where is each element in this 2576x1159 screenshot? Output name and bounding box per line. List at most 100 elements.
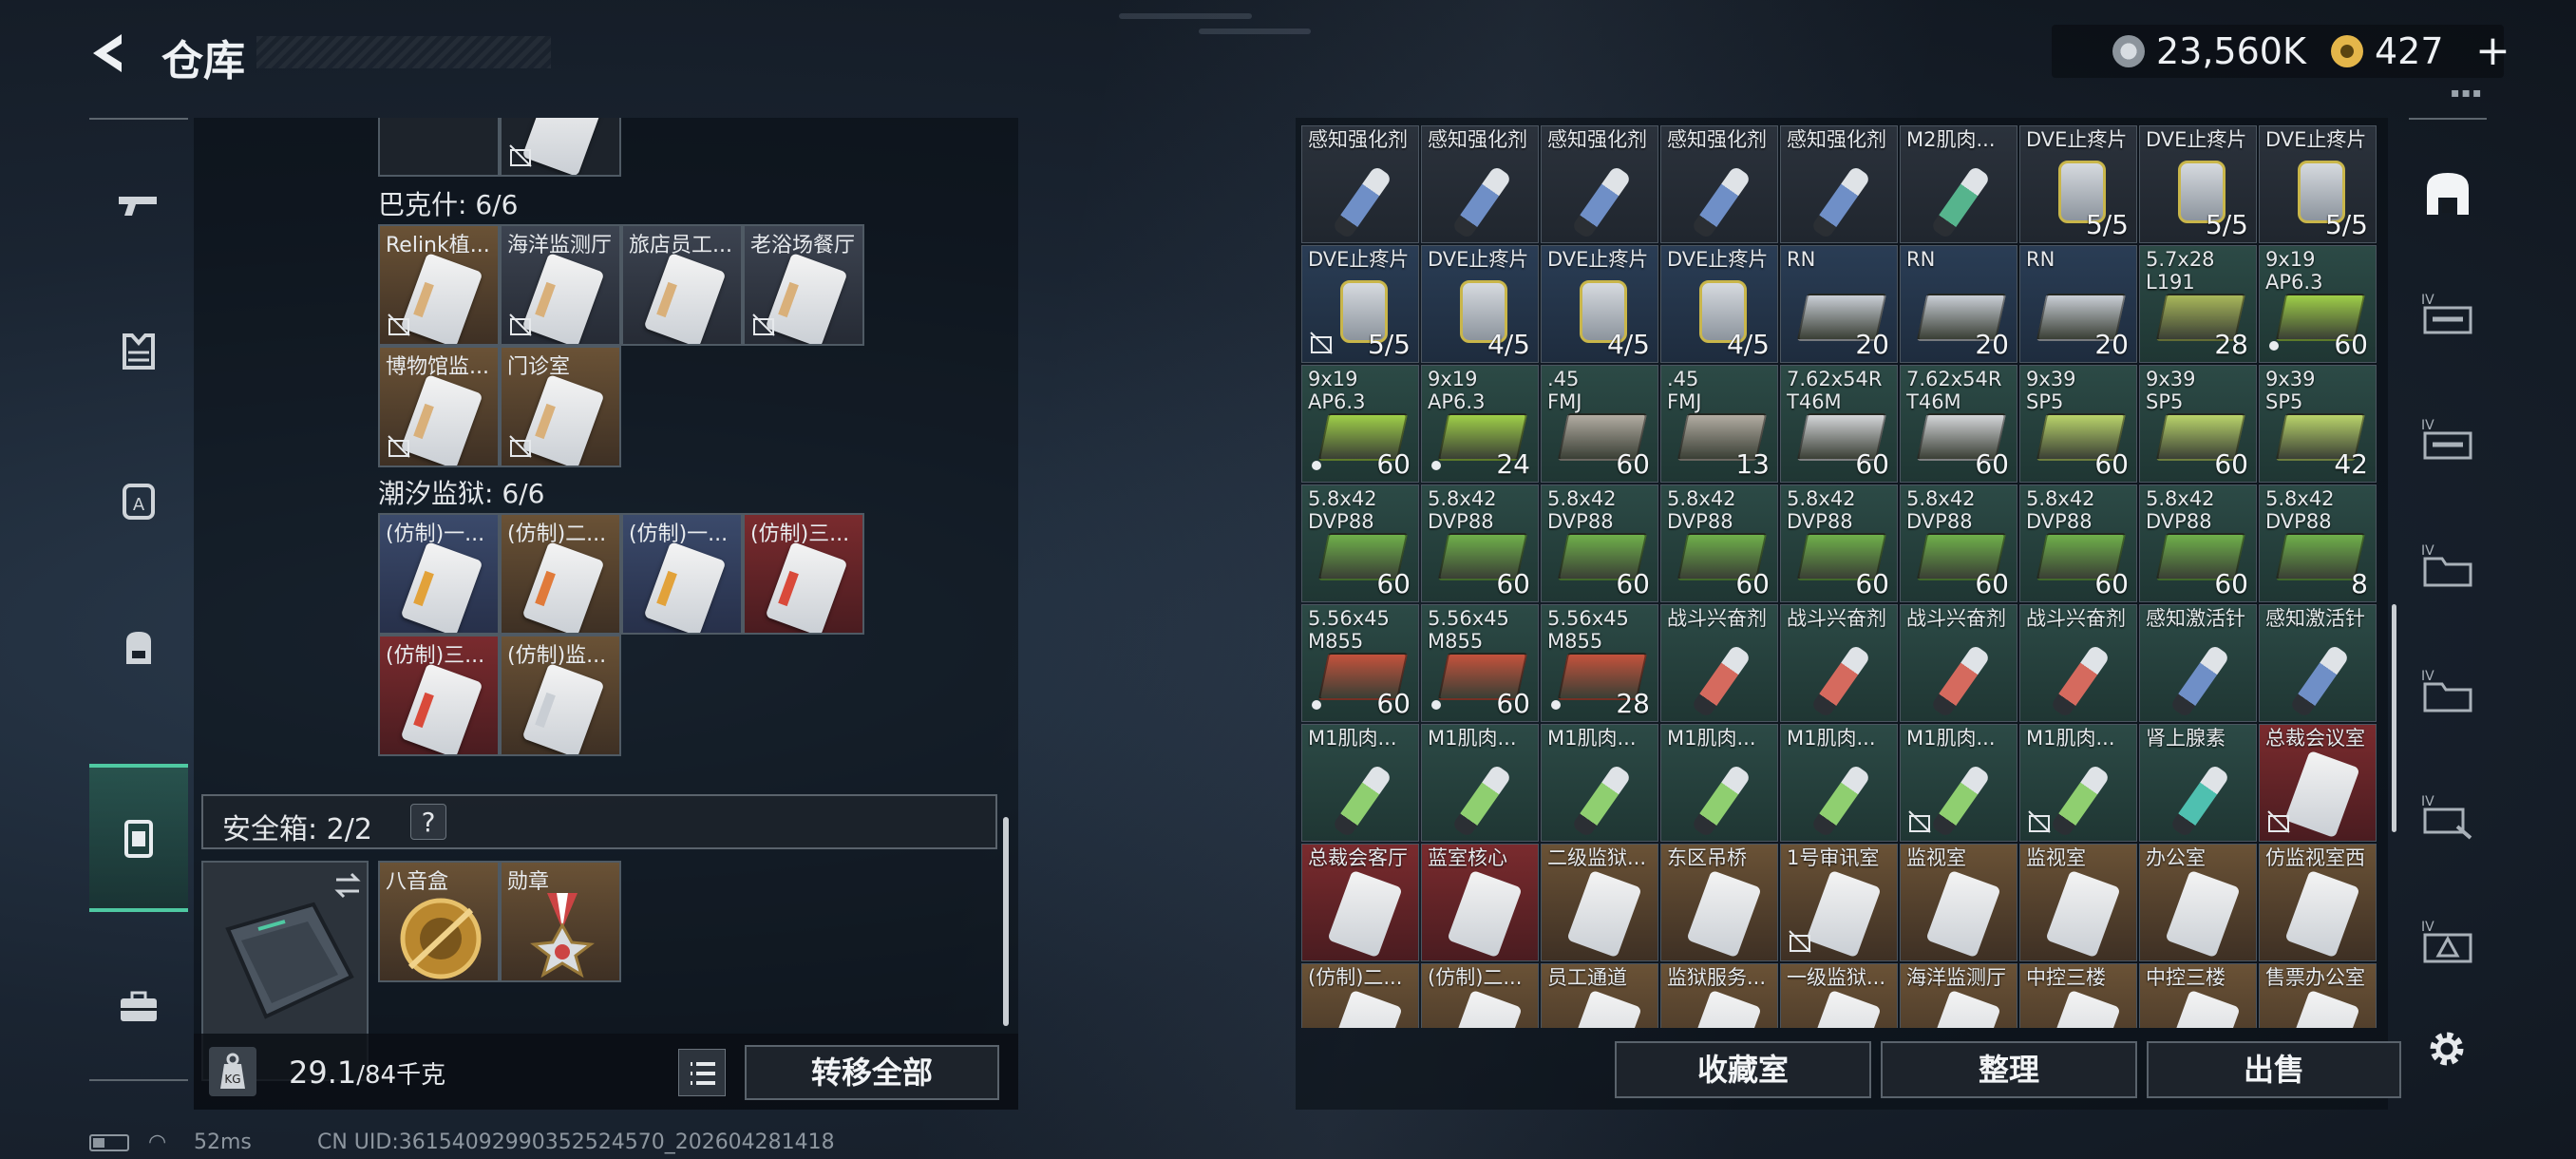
inventory-item[interactable]: 5.56x45 M855 28 [1541, 604, 1658, 722]
sidebar-item-safebox[interactable] [89, 764, 188, 912]
inventory-item[interactable]: DVE止疼片 4/5 [1660, 245, 1778, 363]
inventory-item[interactable]: 一级监狱... [1780, 963, 1898, 1028]
tab-storage[interactable] [2409, 131, 2487, 256]
inventory-item[interactable]: 9x19 AP6.3 24 [1421, 365, 1539, 483]
sidebar-item-weapons[interactable] [89, 129, 188, 277]
inventory-item[interactable]: 监视室 [2019, 844, 2137, 961]
sidebar-item-toolbox[interactable] [89, 933, 188, 1081]
inventory-item[interactable]: 5.8x42 DVP88 60 [1900, 484, 2017, 602]
transfer-all-button[interactable]: 转移全部 [745, 1045, 999, 1100]
inventory-item[interactable]: RN 20 [1900, 245, 2017, 363]
inventory-item[interactable]: 中控三楼 [2019, 963, 2137, 1028]
add-currency-button[interactable]: + [2475, 27, 2510, 75]
keycard-slot[interactable]: (仿制)一... [621, 513, 743, 635]
keycard-slot[interactable]: (仿制)三... [378, 635, 500, 756]
tab-case-1[interactable]: IV [2409, 253, 2487, 378]
keycard-slot[interactable]: 老浴场餐厅 [743, 224, 864, 346]
left-scrollbar[interactable] [1003, 817, 1009, 1026]
help-button[interactable]: ? [410, 804, 446, 840]
tab-case-3[interactable]: IV [2409, 504, 2487, 629]
inventory-item[interactable]: 5.8x42 DVP88 60 [2139, 484, 2257, 602]
inventory-item[interactable]: 售票办公室 [2259, 963, 2377, 1028]
inventory-item[interactable]: M1肌肉... [1541, 724, 1658, 842]
inventory-item[interactable]: 仿监视室西 [2259, 844, 2377, 961]
inventory-item[interactable]: 海洋监测厅 [1900, 963, 2017, 1028]
collection-room-button[interactable]: 收藏室 [1615, 1041, 1871, 1098]
inventory-item[interactable]: 感知强化剂 [1541, 125, 1658, 243]
more-menu-icon[interactable]: ▪▪▪ [2451, 86, 2483, 101]
sell-button[interactable]: 出售 [2147, 1041, 2401, 1098]
inventory-item[interactable]: RN 20 [2019, 245, 2137, 363]
inventory-item[interactable]: 感知激活针 [2259, 604, 2377, 722]
tab-case-2[interactable]: IV [2409, 378, 2487, 504]
inventory-item[interactable]: 战斗兴奋剂 [1660, 604, 1778, 722]
inventory-item[interactable]: M1肌肉... [1660, 724, 1778, 842]
inventory-item[interactable]: 感知激活针 [2139, 604, 2257, 722]
inventory-item[interactable]: 1号审讯室 [1780, 844, 1898, 961]
keycard-slot[interactable]: 旅店员工... [621, 224, 743, 346]
inventory-item[interactable]: 员工通道 [1541, 963, 1658, 1028]
keycard-slot[interactable]: (仿制)一... [378, 513, 500, 635]
inventory-item[interactable]: 5.7x28 L191 28 [2139, 245, 2257, 363]
safebox-slot[interactable]: 勋章 [500, 861, 621, 982]
inventory-item[interactable]: 9x39 SP5 60 [2019, 365, 2137, 483]
inventory-item[interactable]: 5.8x42 DVP88 60 [1421, 484, 1539, 602]
inventory-item[interactable]: 肾上腺素 [2139, 724, 2257, 842]
inventory-item[interactable]: 7.62x54R T46M 60 [1780, 365, 1898, 483]
inventory-item[interactable]: (仿制)二... [1421, 963, 1539, 1028]
keycard-slot[interactable]: 博物馆监... [378, 346, 500, 467]
inventory-item[interactable]: (仿制)二... [1301, 963, 1419, 1028]
inventory-item[interactable]: DVE止疼片 5/5 [2139, 125, 2257, 243]
inventory-item[interactable]: 5.8x42 DVP88 60 [1541, 484, 1658, 602]
inventory-item[interactable]: DVE止疼片 4/5 [1421, 245, 1539, 363]
inventory-item[interactable]: 感知强化剂 [1421, 125, 1539, 243]
inventory-item[interactable]: M1肌肉... [1900, 724, 2017, 842]
inventory-item[interactable]: 感知强化剂 [1780, 125, 1898, 243]
right-scrollbar[interactable] [2392, 604, 2396, 832]
inventory-item[interactable]: 二级监狱... [1541, 844, 1658, 961]
inventory-item[interactable]: 中控三楼 [2139, 963, 2257, 1028]
inventory-item[interactable]: 战斗兴奋剂 [1780, 604, 1898, 722]
tab-case-4[interactable]: IV [2409, 629, 2487, 754]
inventory-item[interactable]: 5.8x42 DVP88 60 [1660, 484, 1778, 602]
inventory-item[interactable]: DVE止疼片 5/5 [1301, 245, 1419, 363]
inventory-item[interactable]: 5.56x45 M855 60 [1301, 604, 1419, 722]
inventory-item[interactable]: .45 FMJ 60 [1541, 365, 1658, 483]
inventory-item[interactable]: 9x19 AP6.3 60 [2259, 245, 2377, 363]
tab-case-5[interactable]: IV [2409, 754, 2487, 880]
keycard-slot[interactable]: (仿制)监... [500, 635, 621, 756]
inventory-item[interactable]: 东区吊桥 [1660, 844, 1778, 961]
inventory-item[interactable]: 战斗兴奋剂 [2019, 604, 2137, 722]
inventory-item[interactable]: 9x39 SP5 60 [2139, 365, 2257, 483]
sidebar-item-backpack[interactable] [89, 574, 188, 722]
keycard-slot[interactable]: 门诊室 [500, 346, 621, 467]
inventory-item[interactable]: DVE止疼片 5/5 [2259, 125, 2377, 243]
inventory-item[interactable]: M2肌肉... [1900, 125, 2017, 243]
sidebar-item-rig[interactable]: A [89, 426, 188, 574]
back-arrow-icon[interactable] [84, 28, 133, 78]
inventory-item[interactable]: 战斗兴奋剂 [1900, 604, 2017, 722]
inventory-item[interactable]: 蓝室核心 [1421, 844, 1539, 961]
inventory-item[interactable]: 总裁会议室 [2259, 724, 2377, 842]
tab-case-6[interactable]: IV [2409, 880, 2487, 1005]
settings-gear-icon[interactable] [2422, 1024, 2472, 1074]
swap-icon[interactable] [332, 872, 363, 899]
safebox-slot[interactable]: 八音盒 [378, 861, 500, 982]
inventory-item[interactable]: 监视室 [1900, 844, 2017, 961]
inventory-item[interactable]: 5.8x42 DVP88 60 [1301, 484, 1419, 602]
inventory-item[interactable]: RN 20 [1780, 245, 1898, 363]
inventory-item[interactable]: 9x39 SP5 42 [2259, 365, 2377, 483]
inventory-item[interactable]: 监狱服务... [1660, 963, 1778, 1028]
inventory-item[interactable]: DVE止疼片 5/5 [2019, 125, 2137, 243]
list-view-button[interactable] [678, 1049, 726, 1096]
inventory-item[interactable]: 5.8x42 DVP88 60 [1780, 484, 1898, 602]
inventory-slot[interactable] [378, 118, 500, 177]
inventory-item[interactable]: 感知强化剂 [1660, 125, 1778, 243]
inventory-item[interactable]: 总裁会客厅 [1301, 844, 1419, 961]
organize-button[interactable]: 整理 [1881, 1041, 2137, 1098]
inventory-item[interactable]: M1肌肉... [1780, 724, 1898, 842]
inventory-item[interactable]: M1肌肉... [1301, 724, 1419, 842]
inventory-slot[interactable] [500, 118, 621, 177]
inventory-item[interactable]: M1肌肉... [2019, 724, 2137, 842]
inventory-item[interactable]: 感知强化剂 [1301, 125, 1419, 243]
